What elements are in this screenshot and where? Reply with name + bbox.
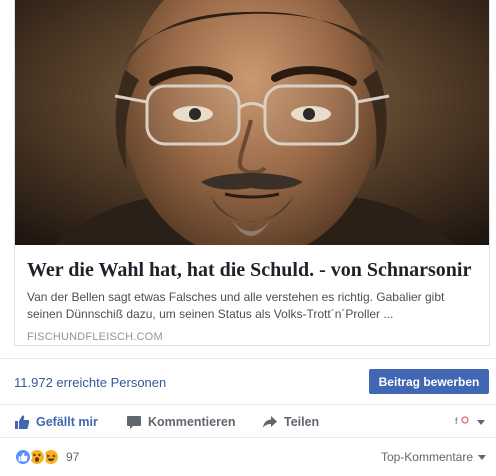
share-button[interactable]: Teilen — [262, 413, 319, 431]
reaction-count[interactable]: 97 — [66, 450, 79, 464]
promote-post-button[interactable]: Beitrag bewerben — [369, 369, 489, 394]
like-label: Gefällt mir — [36, 415, 98, 429]
preview-text[interactable]: Wer die Wahl hat, hat die Schuld. - von … — [15, 245, 489, 345]
page-avatar-icon: f — [455, 414, 471, 431]
actions-row: Gefällt mir Kommentieren Teilen f — [0, 404, 496, 438]
chevron-down-icon — [478, 454, 486, 460]
preview-description: Van der Bellen sagt etwas Falsches und a… — [27, 290, 445, 321]
share-label: Teilen — [284, 415, 320, 429]
link-preview[interactable]: Wer die Wahl hat, hat die Schuld. - von … — [14, 0, 490, 346]
comment-label: Kommentieren — [148, 415, 236, 429]
reach-row: 11.972 erreichte Personen Beitrag bewerb… — [0, 358, 496, 404]
post-as-selector[interactable]: f — [455, 414, 491, 430]
like-reaction-icon — [14, 448, 32, 466]
comment-button[interactable]: Kommentieren — [126, 413, 236, 431]
svg-text:f: f — [455, 416, 458, 426]
comment-bubble-icon — [126, 414, 142, 430]
preview-title[interactable]: Wer die Wahl hat, hat die Schuld. - von … — [27, 259, 477, 281]
thumbs-up-icon — [14, 414, 30, 430]
reach-count-link[interactable]: 11.972 erreichte Personen — [14, 375, 166, 390]
reaction-icons[interactable] — [14, 448, 60, 466]
portrait-image — [15, 0, 489, 245]
post-card: Wer die Wahl hat, hat die Schuld. - von … — [0, 0, 496, 476]
preview-domain: FISCHUNDFLEISCH.COM — [27, 331, 163, 343]
like-button[interactable]: Gefällt mir — [14, 413, 98, 431]
comment-sort-label: Top-Kommentare — [380, 450, 473, 464]
comment-sort-dropdown[interactable]: Top-Kommentare — [381, 450, 486, 464]
chevron-down-icon — [477, 419, 485, 425]
preview-image[interactable] — [15, 0, 489, 245]
share-arrow-icon — [262, 414, 278, 430]
reactions-row: 97 Top-Kommentare — [0, 438, 496, 476]
